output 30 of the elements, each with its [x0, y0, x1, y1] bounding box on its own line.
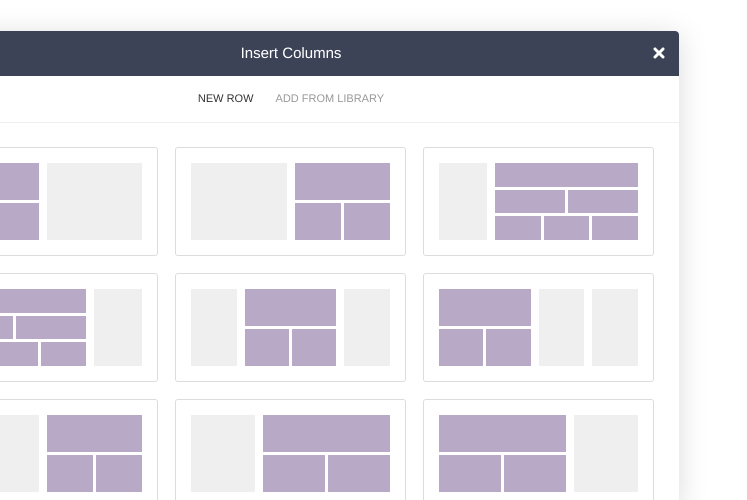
- filled-block: [294, 203, 341, 240]
- filled-block: [0, 203, 38, 240]
- filled-block: [486, 329, 530, 366]
- filled-block: [40, 342, 86, 366]
- filled-block: [16, 316, 86, 340]
- layout-option[interactable]: [423, 273, 654, 382]
- filled-block: [262, 455, 325, 492]
- filled-block: [568, 190, 638, 214]
- filled-block: [494, 190, 565, 214]
- layout-option[interactable]: [423, 147, 654, 256]
- filled-block: [344, 203, 390, 240]
- window-title: Insert Columns: [240, 45, 342, 62]
- filled-block: [328, 455, 390, 492]
- filled-block: [439, 329, 484, 366]
- layout-option[interactable]: [175, 147, 406, 256]
- filled-block: [504, 455, 566, 492]
- filled-block: [0, 342, 38, 366]
- tab[interactable]: NEW ROW: [192, 89, 260, 109]
- filled-block: [46, 455, 93, 492]
- layout-option[interactable]: [175, 273, 406, 382]
- filled-block: [544, 216, 590, 240]
- filled-block: [494, 216, 540, 240]
- filled-block: [439, 455, 502, 492]
- layout-option[interactable]: [175, 399, 406, 500]
- layout-option[interactable]: [423, 399, 654, 500]
- filled-block: [244, 329, 289, 366]
- close-icon[interactable]: [653, 47, 665, 59]
- filled-block: [592, 216, 638, 240]
- filled-block: [96, 455, 142, 492]
- filled-block: [292, 329, 336, 366]
